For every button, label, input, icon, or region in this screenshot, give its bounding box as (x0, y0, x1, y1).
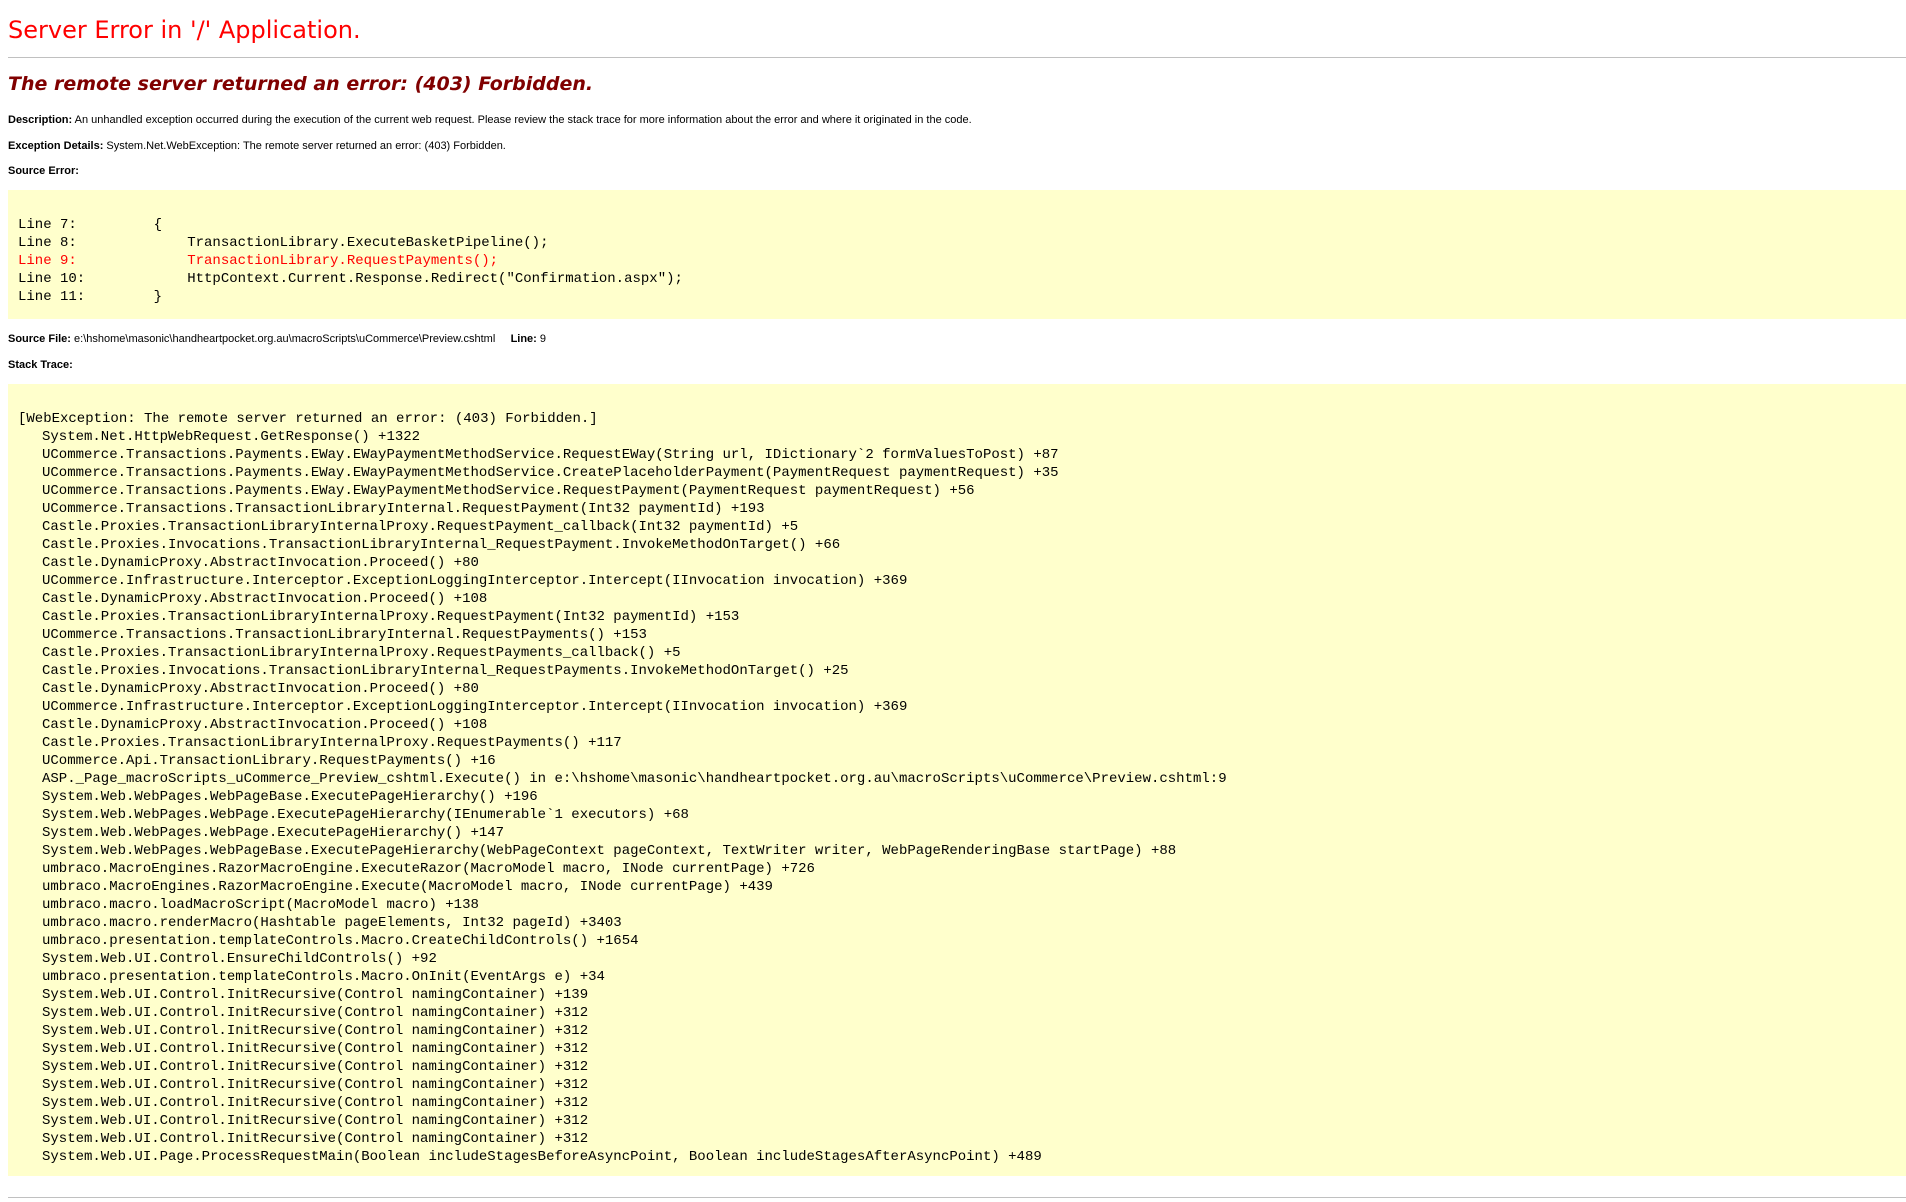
stack-trace-label: Stack Trace: (8, 359, 73, 371)
stack-frame: Castle.Proxies.TransactionLibraryInterna… (42, 609, 740, 625)
description-text: An unhandled exception occurred during t… (74, 114, 972, 126)
stack-frame: Castle.DynamicProxy.AbstractInvocation.P… (42, 681, 479, 697)
stack-trace-code-block[interactable]: [WebException: The remote server returne… (8, 384, 1906, 1176)
stack-frame: UCommerce.Transactions.Payments.EWay.EWa… (42, 447, 1059, 463)
source-line-label: Line: (510, 333, 537, 345)
stack-frame: System.Web.UI.Control.EnsureChildControl… (42, 951, 437, 967)
stack-frame: umbraco.macro.renderMacro(Hashtable page… (42, 915, 622, 931)
stack-frame: UCommerce.Api.TransactionLibrary.Request… (42, 753, 496, 769)
stack-frame: umbraco.MacroEngines.RazorMacroEngine.Ex… (42, 879, 773, 895)
line-code: HttpContext.Current.Response.Redirect("C… (120, 271, 683, 287)
source-error-heading: Source Error: (8, 165, 79, 177)
stack-frame: Castle.Proxies.TransactionLibraryInterna… (42, 519, 799, 535)
stack-frame: System.Web.UI.Control.InitRecursive(Cont… (42, 1095, 589, 1111)
stack-frame: ASP._Page_macroScripts_uCommerce_Preview… (42, 771, 1227, 787)
exception-details-row: Exception Details: System.Net.WebExcepti… (8, 140, 506, 152)
stack-frame: System.Web.UI.Page.ProcessRequestMain(Bo… (42, 1149, 1042, 1165)
source-line: Line 8: TransactionLibrary.ExecuteBasket… (18, 234, 1896, 252)
stack-frame: System.Web.UI.Control.InitRecursive(Cont… (42, 1059, 589, 1075)
stack-frame: UCommerce.Transactions.TransactionLibrar… (42, 627, 647, 643)
line-number: Line 8: (18, 235, 77, 251)
source-error-label: Source Error: (8, 165, 79, 177)
exception-details-label: Exception Details: (8, 140, 104, 152)
source-line: Line 11: } (18, 288, 1896, 306)
stack-frame: UCommerce.Transactions.TransactionLibrar… (42, 501, 765, 517)
stack-frame: UCommerce.Transactions.Payments.EWay.EWa… (42, 465, 1059, 481)
source-line-value: 9 (539, 333, 547, 345)
stack-frame: System.Web.UI.Control.InitRecursive(Cont… (42, 1005, 589, 1021)
stack-frame: System.Web.UI.Control.InitRecursive(Cont… (42, 1131, 589, 1147)
line-code: TransactionLibrary.RequestPayments(); (120, 253, 499, 269)
stack-frame: System.Web.WebPages.WebPageBase.ExecuteP… (42, 789, 538, 805)
source-line: Line 10: HttpContext.Current.Response.Re… (18, 270, 1896, 288)
stack-trace-heading: Stack Trace: (8, 359, 73, 371)
stack-frame: System.Web.WebPages.WebPageBase.ExecuteP… (42, 843, 1177, 859)
source-file-row: Source File: e:\hshome\masonic\handheart… (8, 333, 546, 345)
source-file-path: e:\hshome\masonic\handheartpocket.org.au… (74, 333, 496, 345)
stack-frame: System.Web.UI.Control.InitRecursive(Cont… (42, 1023, 589, 1039)
stack-frame: Castle.DynamicProxy.AbstractInvocation.P… (42, 555, 479, 571)
stack-frame: Castle.Proxies.TransactionLibraryInterna… (42, 735, 622, 751)
stack-frame: System.Web.WebPages.WebPage.ExecutePageH… (42, 807, 689, 823)
source-file-label: Source File: (8, 333, 71, 345)
stack-frame: umbraco.presentation.templateControls.Ma… (42, 969, 605, 985)
description-label: Description: (8, 114, 73, 126)
stack-frame: Castle.DynamicProxy.AbstractInvocation.P… (42, 717, 488, 733)
line-number: Line 10: (18, 271, 86, 287)
stack-frame: Castle.Proxies.Invocations.TransactionLi… (42, 537, 841, 553)
page-title: Server Error in '/' Application. (8, 16, 361, 44)
line-code: } (120, 289, 163, 305)
stack-frame: System.Web.UI.Control.InitRecursive(Cont… (42, 1077, 589, 1093)
source-line: Line 7: { (18, 216, 1896, 234)
line-code: { (120, 217, 163, 233)
stack-frame: Castle.Proxies.Invocations.TransactionLi… (42, 663, 849, 679)
stack-frame: UCommerce.Infrastructure.Interceptor.Exc… (42, 573, 908, 589)
stack-frame: umbraco.MacroEngines.RazorMacroEngine.Ex… (42, 861, 815, 877)
title-divider (8, 57, 1906, 58)
stack-frame: umbraco.macro.loadMacroScript(MacroModel… (42, 897, 479, 913)
line-number: Line 9: (18, 253, 77, 269)
line-number: Line 11: (18, 289, 86, 305)
stack-trace-header: [WebException: The remote server returne… (18, 411, 598, 427)
bottom-divider (8, 1197, 1906, 1198)
stack-frame: UCommerce.Transactions.Payments.EWay.EWa… (42, 483, 975, 499)
line-code: TransactionLibrary.ExecuteBasketPipeline… (120, 235, 549, 251)
stack-frame: System.Net.HttpWebRequest.GetResponse() … (42, 429, 421, 445)
stack-frame: Castle.DynamicProxy.AbstractInvocation.P… (42, 591, 488, 607)
source-line-highlighted: Line 9: TransactionLibrary.RequestPaymen… (18, 252, 1896, 270)
source-error-code-block[interactable]: Line 7: { Line 8: TransactionLibrary.Exe… (8, 190, 1906, 319)
stack-frame: System.Web.WebPages.WebPage.ExecutePageH… (42, 825, 505, 841)
description-row: Description: An unhandled exception occu… (8, 114, 972, 126)
line-number: Line 7: (18, 217, 77, 233)
error-message: The remote server returned an error: (40… (8, 73, 594, 95)
stack-frame: UCommerce.Infrastructure.Interceptor.Exc… (42, 699, 908, 715)
stack-frame: System.Web.UI.Control.InitRecursive(Cont… (42, 1113, 589, 1129)
stack-frame: Castle.Proxies.TransactionLibraryInterna… (42, 645, 681, 661)
stack-frame: System.Web.UI.Control.InitRecursive(Cont… (42, 1041, 589, 1057)
stack-frame: System.Web.UI.Control.InitRecursive(Cont… (42, 987, 589, 1003)
stack-frame: umbraco.presentation.templateControls.Ma… (42, 933, 639, 949)
exception-details-text: System.Net.WebException: The remote serv… (106, 140, 506, 152)
